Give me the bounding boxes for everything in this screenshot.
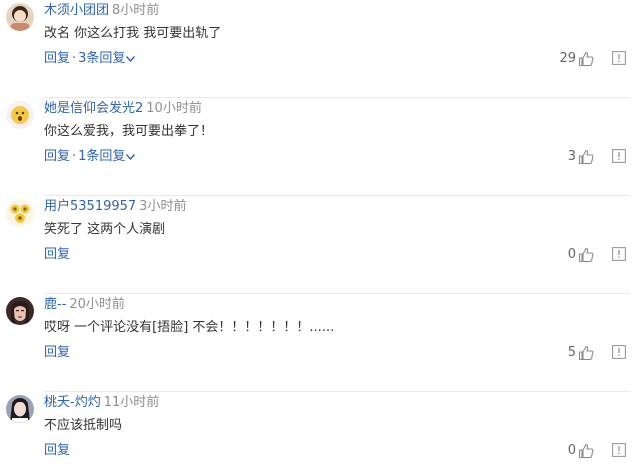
comment-meta: 木须小团团 8小时前 [44,2,159,20]
report-icon[interactable] [612,345,626,359]
reply-button[interactable]: 回复 [44,51,70,66]
separator: · [72,51,77,66]
timestamp: 11小时前 [103,395,160,410]
like-count: 3 [567,149,576,164]
like-control[interactable]: 0 [568,442,594,460]
thumbs-up-icon [578,345,594,361]
comment-item: 木须小团团 8小时前 改名 你这么打我 我可要出轨了 回复 · 3条回复 29 [0,0,640,98]
like-count: 0 [567,247,576,262]
comment-actions: 回复 [44,442,70,460]
comment-item: 桃夭-灼灼 11小时前 不应该抵制吗 回复 0 [0,392,640,469]
comment-actions: 回复 · 1条回复 [44,148,136,166]
username[interactable]: 鹿-- [44,297,66,312]
comment-text: 改名 你这么打我 我可要出轨了 [44,26,222,41]
replies-count: 3条回复 [78,51,126,66]
comment-meta: 她是信仰会发光2 10小时前 [44,100,202,118]
replies-count: 1条回复 [78,149,126,164]
thumbs-up-icon [578,51,594,67]
comment-list: 木须小团团 8小时前 改名 你这么打我 我可要出轨了 回复 · 3条回复 29 她是信… [0,0,640,469]
chevron-down-icon [126,55,136,62]
reply-button[interactable]: 回复 [44,149,70,164]
comment-item: 鹿-- 20小时前 哎呀 一个评论没有[捂脸] 不会！！！！！！！...... 回… [0,294,640,392]
like-control[interactable]: 0 [568,246,594,264]
report-icon[interactable] [612,51,626,65]
comment-text: 笑死了 这两个人演剧 [44,222,166,237]
comment-meta: 桃夭-灼灼 11小时前 [44,394,159,412]
chevron-down-icon [126,153,136,160]
timestamp: 20小时前 [69,297,125,312]
thumbs-up-icon [578,443,594,459]
avatar[interactable] [6,101,34,129]
like-count: 29 [559,51,576,66]
comment-text: 不应该抵制吗 [44,418,123,433]
username[interactable]: 用户53519957 [44,199,136,214]
comment-actions: 回复 [44,246,70,264]
comment-text: 你这么爱我，我可要出拳了！ [44,124,214,139]
like-control[interactable]: 5 [568,344,594,362]
timestamp: 3小时前 [139,199,187,214]
avatar[interactable] [6,297,34,325]
like-count: 5 [567,345,576,360]
report-icon[interactable] [612,247,626,261]
username[interactable]: 她是信仰会发光2 [44,101,143,116]
avatar[interactable] [6,3,34,31]
username[interactable]: 木须小团团 [44,3,109,18]
separator: · [72,149,77,164]
reply-button[interactable]: 回复 [44,345,70,360]
reply-button[interactable]: 回复 [44,247,70,262]
username[interactable]: 桃夭-灼灼 [44,395,101,410]
thumbs-up-icon [578,247,594,263]
report-icon[interactable] [612,443,626,457]
avatar[interactable] [6,395,34,423]
like-control[interactable]: 3 [568,148,594,166]
timestamp: 8小时前 [112,3,160,18]
comment-text: 哎呀 一个评论没有[捂脸] 不会！！！！！！！...... [44,320,335,335]
comment-actions: 回复 [44,344,70,362]
comment-meta: 鹿-- 20小时前 [44,296,125,314]
reply-button[interactable]: 回复 [44,443,70,458]
timestamp: 10小时前 [146,101,202,116]
view-replies-button[interactable]: 3条回复 [78,51,136,66]
comment-actions: 回复 · 3条回复 [44,50,136,68]
view-replies-button[interactable]: 1条回复 [78,149,136,164]
like-count: 0 [567,443,576,458]
thumbs-up-icon [578,149,594,165]
like-control[interactable]: 29 [559,50,594,68]
comment-item: 用户53519957 3小时前 笑死了 这两个人演剧 回复 0 [0,196,640,294]
report-icon[interactable] [612,149,626,163]
comment-item: 她是信仰会发光2 10小时前 你这么爱我，我可要出拳了！ 回复 · 1条回复 3 [0,98,640,196]
avatar[interactable] [6,199,34,227]
comment-meta: 用户53519957 3小时前 [44,198,186,216]
